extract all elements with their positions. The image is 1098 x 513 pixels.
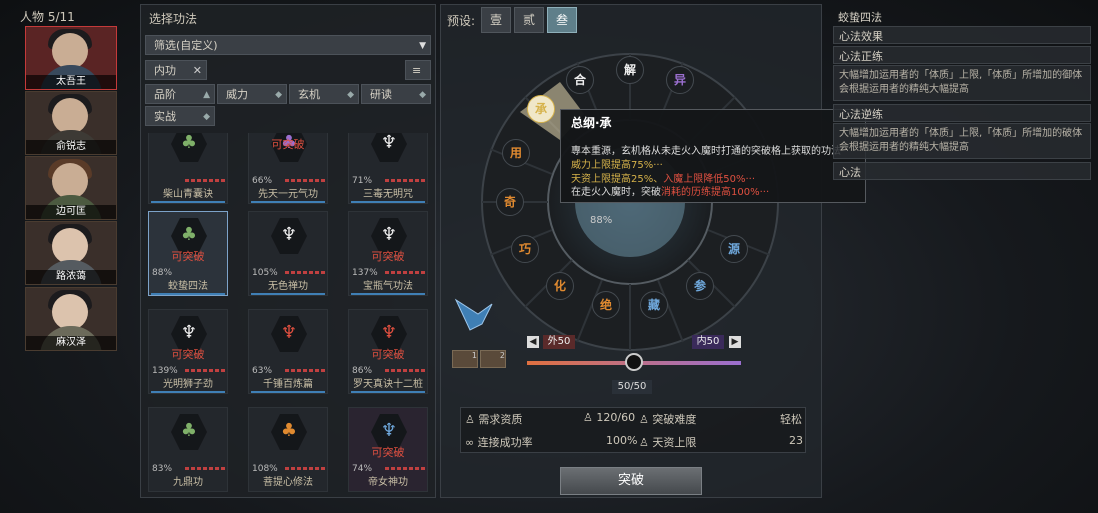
characters-title: 人物 5/11	[20, 10, 75, 24]
slider-value: 50/50	[612, 380, 652, 394]
figure-icon: ♙	[465, 413, 475, 426]
req-stat: ♙ 需求资质	[465, 413, 523, 426]
figure-icon: ♙	[583, 411, 593, 424]
skill-select-panel: 选择功法 筛选(自定义) ▼ 内功 ✕ ≡ 品阶 ▲ 威力 ◆ 玄机 ◆ 研读 ◆ 实战…	[140, 4, 436, 498]
skill-card[interactable]: ♆ 63% 千锤百炼篇	[248, 309, 328, 394]
slider-inner-label: 内50	[692, 335, 724, 349]
character-name: 俞锐志	[26, 140, 116, 154]
skill-card[interactable]: ♣ 108% 菩提心修法	[248, 407, 328, 492]
skill-card[interactable]: ♆ 可突破 137% 宝瓶气功法	[348, 211, 428, 296]
skill-card[interactable]: ♆ 71% 三毒无明咒	[348, 133, 428, 204]
skill-emblem-icon: ♆	[280, 322, 298, 343]
character-name: 路浓蔼	[26, 270, 116, 284]
skill-emblem-icon: ♣	[180, 133, 198, 153]
skill-card-selected[interactable]: ♣ 可突破 88% 蛟蛰四法	[148, 211, 228, 296]
balance-slider-knob[interactable]	[625, 353, 643, 371]
skill-emblem-icon: ♆	[380, 420, 398, 441]
character-card[interactable]: 麻汉泽	[25, 287, 117, 351]
close-icon[interactable]: ✕	[193, 61, 202, 81]
talent-value: 23	[789, 434, 803, 447]
wheel-node-hua[interactable]: 化	[546, 272, 574, 300]
skill-emblem-icon: ♆	[380, 322, 398, 343]
skill-emblem-icon: ♆	[280, 224, 298, 245]
wheel-node-can[interactable]: 参	[686, 272, 714, 300]
skill-card[interactable]: ♆ 105% 无色禅功	[248, 211, 328, 296]
sort-combat-button[interactable]: 实战 ◆	[145, 106, 215, 126]
tooltip: 总纲·承 專本重源，玄机格从未走火入魔时打通的突破格上获取的功法 威力上限提高7…	[560, 109, 866, 203]
skill-emblem-icon: ♆	[180, 322, 198, 343]
wheel-node-qiao[interactable]: 巧	[511, 235, 539, 263]
inventory-slot-2[interactable]: 2	[480, 350, 506, 368]
skill-card[interactable]: ♣ 可突破 66% 先天一元气功	[248, 133, 328, 204]
preset-2-button[interactable]: 贰	[514, 7, 544, 33]
wheel-node-yong[interactable]: 用	[502, 139, 530, 167]
skill-card[interactable]: ♆ 可突破 139% 光明狮子劲	[148, 309, 228, 394]
sort-study-button[interactable]: 研读 ◆	[361, 84, 431, 104]
wheel-node-yi[interactable]: 异	[666, 66, 694, 94]
skill-emblem-icon: ♣	[280, 420, 298, 441]
sort-grade-button[interactable]: 品阶 ▲	[145, 84, 215, 104]
figure-icon: ♙	[639, 436, 649, 449]
skill-card[interactable]: ♆ 可突破 74% 帝女神功	[348, 407, 428, 492]
tooltip-title: 总纲·承	[571, 116, 612, 130]
character-card[interactable]: 路浓蔼	[25, 221, 117, 285]
difficulty-stat: ♙ 突破难度	[639, 413, 697, 426]
tooltip-effect-1: 威力上限提高75%···	[571, 160, 663, 171]
req-value: ♙ 120/60	[583, 411, 636, 424]
success-stat: ∞ 连接成功率	[465, 436, 533, 449]
character-name: 麻汉泽	[26, 336, 116, 350]
inventory-slot-1[interactable]: 1	[452, 350, 478, 368]
skill-emblem-icon: ♆	[380, 133, 398, 153]
zheng-text: 大幅增加运用者的「体质」上限,「体质」所增加的御体会根据运用者的精纯大幅提高	[833, 65, 1091, 101]
effect-header: 心法效果	[833, 26, 1091, 44]
breakthrough-button[interactable]: 突破	[560, 467, 702, 495]
chevron-down-icon: ▼	[419, 41, 426, 51]
slider-left-arrow[interactable]: ◀	[527, 336, 539, 348]
ni-title: 心法逆练	[833, 104, 1091, 122]
zheng-title: 心法正练	[833, 46, 1091, 64]
character-card[interactable]: 俞锐志	[25, 91, 117, 155]
talent-stat: ♙ 天资上限	[639, 436, 697, 449]
sort-power-button[interactable]: 威力 ◆	[217, 84, 287, 104]
sort-mystery-button[interactable]: 玄机 ◆	[289, 84, 359, 104]
character-name: 边可匡	[26, 205, 116, 219]
ni-text: 大幅增加运用者的「体质」上限,「体质」所增加的破体会根据运用者的精纯大幅提高	[833, 123, 1091, 159]
filter-dropdown[interactable]: 筛选(自定义) ▼	[145, 35, 431, 55]
core-percent: 88%	[590, 215, 613, 226]
skill-card[interactable]: ♣ 柴山青囊诀	[148, 133, 228, 204]
skill-grid: ♣ 柴山青囊诀 ♣ 可突破 66% 先天一元气功 ♆ 71% 三毒无明咒 ♣ 可…	[141, 133, 435, 495]
character-name: 太吾王	[26, 75, 116, 89]
filter-tag[interactable]: 内功 ✕	[145, 60, 207, 80]
preset-3-button[interactable]: 叁	[547, 7, 577, 33]
preset-label: 预设:	[447, 14, 476, 28]
wheel-node-jie[interactable]: 解	[616, 56, 644, 84]
difficulty-value: 轻松	[780, 413, 802, 426]
preset-1-button[interactable]: 壹	[481, 7, 511, 33]
skill-emblem-icon: ♆	[380, 224, 398, 245]
link-icon: ∞	[465, 436, 475, 449]
wheel-node-qi[interactable]: 奇	[496, 188, 524, 216]
character-card[interactable]: 边可匡	[25, 156, 117, 220]
slider-outer-label: 外50	[543, 335, 575, 349]
success-value: 100%	[606, 434, 638, 447]
skill-emblem-icon: ♣	[180, 420, 198, 441]
wheel-node-cang[interactable]: 藏	[640, 291, 668, 319]
skill-emblem-icon: ♣	[180, 224, 198, 245]
wheel-node-cheng[interactable]: 承	[527, 95, 555, 123]
tooltip-desc: 專本重源，玄机格从未走火入魔时打通的突破格上获取的功法	[571, 146, 841, 157]
extra-row: 心法	[833, 162, 1091, 180]
sort-toggle-icon[interactable]: ≡	[405, 60, 431, 80]
skill-select-title: 选择功法	[149, 12, 198, 26]
character-card[interactable]: 太吾王	[25, 26, 117, 90]
wheel-node-jue[interactable]: 绝	[592, 291, 620, 319]
skill-card[interactable]: ♆ 可突破 86% 罗天真诀十二桩	[348, 309, 428, 394]
skill-title: 蛟蛰四法	[838, 11, 882, 24]
wheel-node-yuan[interactable]: 源	[720, 235, 748, 263]
tooltip-effect-3: 在走火入魔时，突破消耗的历练提高100%···	[571, 187, 770, 198]
wheel-node-he[interactable]: 合	[566, 66, 594, 94]
slider-right-arrow[interactable]: ▶	[729, 336, 741, 348]
sword-icon	[452, 294, 496, 334]
figure-icon: ♙	[639, 413, 649, 426]
skill-card[interactable]: ♣ 83% 九鼎功	[148, 407, 228, 492]
